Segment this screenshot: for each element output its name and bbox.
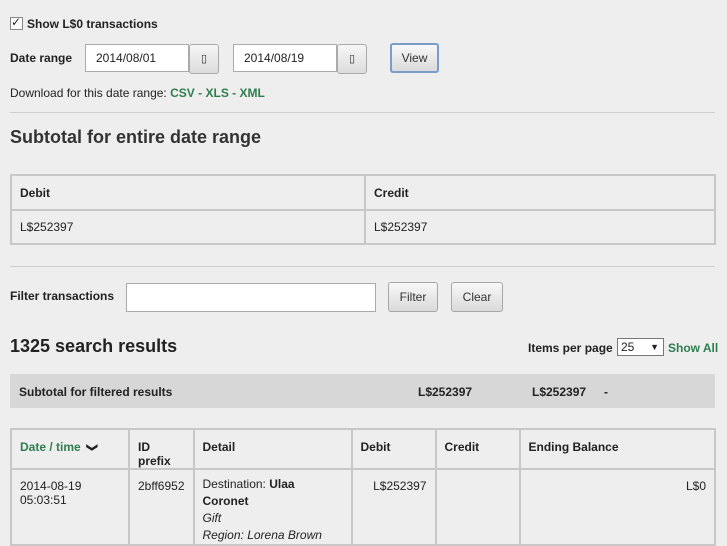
download-prefix: Download for this date range: <box>10 86 167 100</box>
subtotal-debit-value: L$252397 <box>10 209 366 245</box>
start-calendar-button[interactable]: ▯ <box>189 44 219 74</box>
column-header-date-label: Date / time <box>20 440 81 454</box>
column-header-debit: Debit <box>350 428 437 470</box>
items-per-page-label: Items per page <box>528 341 613 355</box>
show-zero-label: Show L$0 transactions <box>27 17 158 31</box>
subtotal-credit-value: L$252397 <box>364 209 716 245</box>
calendar-icon: ▯ <box>348 53 356 65</box>
download-separator: - <box>232 86 237 100</box>
divider <box>10 112 715 113</box>
filter-button[interactable]: Filter <box>388 282 438 312</box>
end-calendar-button[interactable]: ▯ <box>337 44 367 74</box>
calendar-icon: ▯ <box>200 53 208 65</box>
show-zero-checkbox[interactable] <box>10 15 23 30</box>
download-xml-link[interactable]: XML <box>240 86 265 100</box>
dropdown-arrow-icon: ▼ <box>650 342 659 352</box>
end-date-input[interactable]: 2014/08/19 <box>233 44 337 72</box>
row-detail-prefix: Destination: <box>202 477 266 491</box>
filter-label: Filter transactions <box>10 289 115 303</box>
filtered-subtotal-bar: Subtotal for filtered results L$252397 L… <box>10 374 715 408</box>
divider <box>10 266 715 267</box>
subtotal-entire-table: Debit Credit L$252397 L$252397 <box>10 174 716 245</box>
clear-button[interactable]: Clear <box>451 282 503 312</box>
column-header-date[interactable]: Date / time ❯ <box>10 428 130 470</box>
subtotal-credit-header: Credit <box>364 174 716 211</box>
row-date: 2014-08-19 05:03:51 <box>10 468 130 546</box>
column-header-id: ID prefix <box>128 428 195 470</box>
transactions-table: Date / time ❯ ID prefix Detail Debit Cre… <box>10 428 716 546</box>
download-csv-link[interactable]: CSV <box>170 86 195 100</box>
subtotal-entire-heading: Subtotal for entire date range <box>10 127 262 147</box>
column-header-balance: Ending Balance <box>518 428 716 470</box>
filtered-subtotal-credit: L$252397 <box>532 385 587 399</box>
view-button[interactable]: View <box>390 43 439 73</box>
row-balance: L$0 <box>518 468 716 546</box>
column-header-detail: Detail <box>192 428 353 470</box>
items-per-page-select[interactable]: 25 ▼ <box>617 338 664 356</box>
download-row: Download for this date range: CSV - XLS … <box>10 86 265 100</box>
show-all-link[interactable]: Show All <box>668 341 718 355</box>
table-row: 2014-08-19 05:03:51 2bff6952 Destination… <box>10 468 716 546</box>
row-detail: Destination: Ulaa Coronet Gift Region: L… <box>192 468 353 546</box>
column-header-credit: Credit <box>434 428 521 470</box>
download-separator: - <box>198 86 203 100</box>
sort-desc-icon: ❯ <box>86 442 99 453</box>
date-range-label: Date range <box>10 51 73 65</box>
row-credit <box>434 468 521 546</box>
row-detail-region: Region: Lorena Brown <box>202 528 322 542</box>
filter-input[interactable] <box>126 283 376 312</box>
row-debit: L$252397 <box>350 468 437 546</box>
filtered-subtotal-debit: L$252397 <box>418 385 473 399</box>
row-detail-type: Gift <box>202 511 222 525</box>
items-per-page-value: 25 <box>621 340 635 354</box>
download-xls-link[interactable]: XLS <box>205 86 228 100</box>
row-id: 2bff6952 <box>128 468 195 546</box>
subtotal-debit-header: Debit <box>10 174 366 211</box>
filtered-subtotal-label: Subtotal for filtered results <box>19 385 173 399</box>
filtered-subtotal-balance: - <box>604 385 608 399</box>
results-count: 1325 search results <box>10 336 178 356</box>
start-date-input[interactable]: 2014/08/01 <box>85 44 189 72</box>
